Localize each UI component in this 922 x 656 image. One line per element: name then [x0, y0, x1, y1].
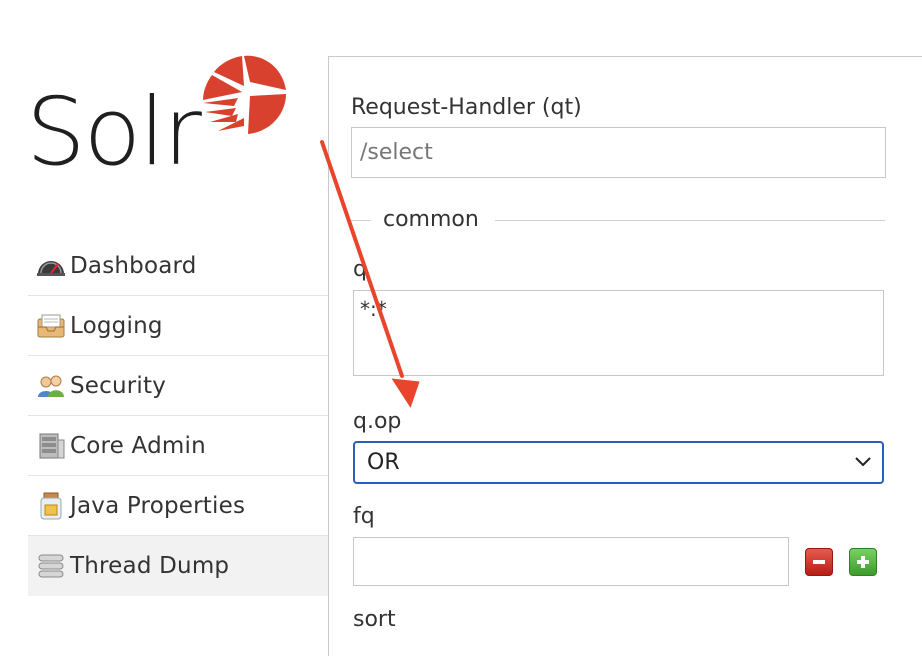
sidebar-item-dashboard[interactable]: Dashboard	[28, 236, 328, 296]
solr-logo[interactable]: Solr	[26, 52, 296, 192]
security-users-icon	[36, 371, 70, 401]
qop-select[interactable]: OR	[353, 441, 884, 484]
q-textarea[interactable]: *:*	[353, 290, 884, 376]
java-properties-jar-icon	[36, 491, 70, 521]
minus-icon	[813, 560, 825, 564]
core-admin-server-icon	[36, 431, 70, 461]
chevron-down-icon	[855, 457, 871, 467]
sidebar-item-label: Logging	[70, 312, 163, 339]
sidebar-item-thread-dump[interactable]: Thread Dump	[28, 536, 328, 596]
sidebar-item-java-properties[interactable]: Java Properties	[28, 476, 328, 536]
sidebar-item-label: Security	[70, 372, 167, 399]
thread-dump-stack-icon	[36, 551, 70, 581]
add-fq-button[interactable]	[849, 548, 877, 576]
dashboard-gauge-icon	[36, 251, 70, 281]
q-label: q	[353, 257, 367, 282]
fieldset-divider-left	[351, 220, 371, 221]
sort-label: sort	[353, 607, 396, 632]
request-handler-label: Request-Handler (qt)	[351, 95, 582, 120]
solr-sun-icon	[203, 55, 286, 134]
sidebar-item-security[interactable]: Security	[28, 356, 328, 416]
query-form-panel: Request-Handler (qt) common q *:* q.op O…	[328, 56, 922, 656]
fq-input[interactable]	[353, 537, 789, 586]
plus-icon	[857, 556, 869, 568]
sidebar-nav: Dashboard Logging Security Core Admin Ja…	[28, 236, 328, 596]
request-handler-input[interactable]	[351, 127, 886, 178]
remove-fq-button[interactable]	[805, 548, 833, 576]
fq-label: fq	[353, 504, 375, 529]
common-legend: common	[383, 207, 479, 232]
sidebar-item-label: Dashboard	[70, 252, 197, 279]
sidebar-item-core-admin[interactable]: Core Admin	[28, 416, 328, 476]
sidebar-item-label: Thread Dump	[70, 553, 230, 579]
qop-selected-value: OR	[367, 450, 400, 475]
qop-label: q.op	[353, 409, 402, 434]
logo-wordmark: Solr	[26, 78, 202, 187]
sidebar-item-logging[interactable]: Logging	[28, 296, 328, 356]
fieldset-divider-right	[495, 220, 885, 221]
sidebar-item-label: Core Admin	[70, 432, 206, 459]
logging-inbox-icon	[36, 311, 70, 341]
sidebar-item-label: Java Properties	[70, 492, 246, 519]
